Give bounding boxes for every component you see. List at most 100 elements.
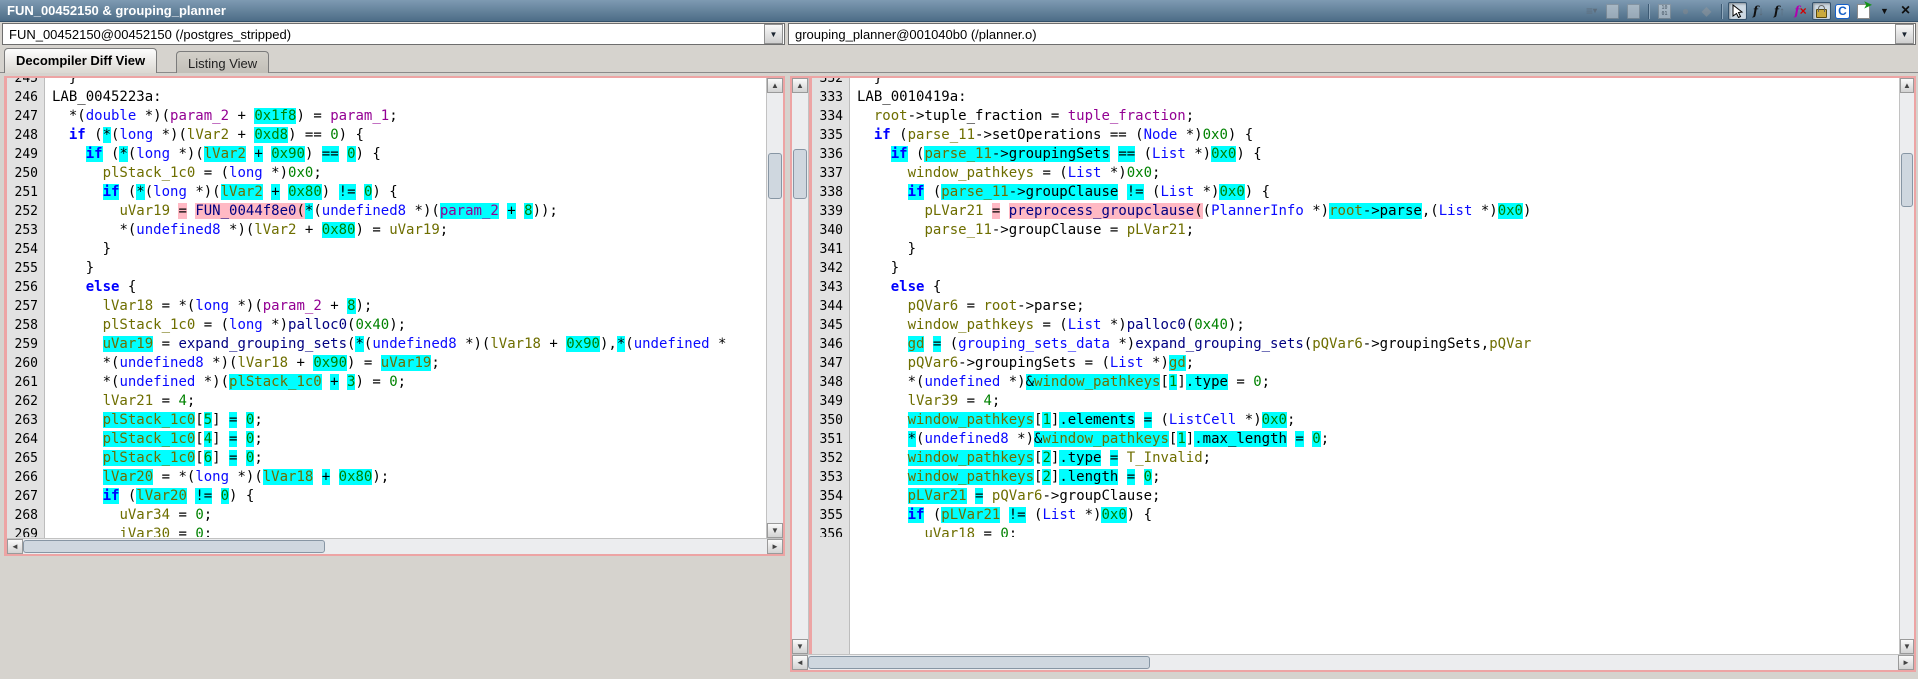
chevron-down-icon[interactable]: ▼: [764, 24, 783, 44]
code-line[interactable]: 337 window_pathkeys = (List *)0x0;: [812, 164, 1899, 183]
code-line[interactable]: 345 window_pathkeys = (List *)palloc0(0x…: [812, 316, 1899, 335]
code-line[interactable]: 353 window_pathkeys[2].length = 0;: [812, 468, 1899, 487]
cursor-tool-icon[interactable]: [1728, 2, 1747, 20]
remove-function-icon[interactable]: f×: [1791, 2, 1810, 20]
code-line[interactable]: 342 }: [812, 259, 1899, 278]
scroll-left-icon[interactable]: ◄: [7, 539, 23, 554]
code-line[interactable]: 348 *(undefined *)&window_pathkeys[1].ty…: [812, 373, 1899, 392]
code-line[interactable]: 354 pLVar21 = pQVar6->groupClause;: [812, 487, 1899, 506]
code-line[interactable]: 262 lVar21 = 4;: [7, 392, 766, 411]
code-line[interactable]: 255 }: [7, 259, 766, 278]
scroll-track[interactable]: [808, 655, 1898, 670]
code-line[interactable]: 246LAB_0045223a:: [7, 88, 766, 107]
code-line[interactable]: 251 if (*(long *)(lVar2 + 0x80) != 0) {: [7, 183, 766, 202]
scroll-track[interactable]: [792, 93, 808, 639]
code-line[interactable]: 256 else {: [7, 278, 766, 297]
scroll-track[interactable]: [23, 539, 767, 554]
code-line[interactable]: 356 uVar18 = 0;: [812, 525, 1899, 537]
code-line[interactable]: 253 *(undefined8 *)(lVar2 + 0x80) = uVar…: [7, 221, 766, 240]
scroll-right-icon[interactable]: ►: [767, 539, 783, 554]
toolbar-caret-icon[interactable]: ▼: [1875, 2, 1894, 20]
code-line[interactable]: 351 *(undefined8 *)&window_pathkeys[1].m…: [812, 430, 1899, 449]
code-line[interactable]: 340 parse_11->groupClause = pLVar21;: [812, 221, 1899, 240]
code-line[interactable]: 248 if (*(long *)(lVar2 + 0xd8) == 0) {: [7, 126, 766, 145]
code-line[interactable]: 336 if (parse_11->groupingSets == (List …: [812, 145, 1899, 164]
scroll-thumb[interactable]: [793, 149, 807, 199]
lock-icon[interactable]: [1812, 2, 1831, 20]
scroll-up-icon[interactable]: ▲: [767, 78, 783, 93]
right-function-selector[interactable]: grouping_planner@001040b0 (/planner.o) ▼: [788, 23, 1916, 45]
vertical-scrollbar-left-panel[interactable]: ▲ ▼: [766, 78, 783, 538]
code-line[interactable]: 347 pQVar6->groupingSets = (List *)gd;: [812, 354, 1899, 373]
code-line[interactable]: 265 plStack_1c0[6] = 0;: [7, 449, 766, 468]
next-function-icon[interactable]: f↓: [1749, 2, 1768, 20]
scroll-thumb[interactable]: [808, 656, 1150, 669]
code-line[interactable]: 263 plStack_1c0[5] = 0;: [7, 411, 766, 430]
code-line[interactable]: 343 else {: [812, 278, 1899, 297]
scroll-thumb[interactable]: [23, 540, 325, 553]
code-line[interactable]: 339 pLVar21 = preprocess_groupclause((Pl…: [812, 202, 1899, 221]
snapshot-icon[interactable]: ➤: [1854, 2, 1873, 20]
code-line[interactable]: 252 uVar19 = FUN_0044f8e0(*(undefined8 *…: [7, 202, 766, 221]
code-line[interactable]: 260 *(undefined8 *)(lVar18 + 0x90) = uVa…: [7, 354, 766, 373]
vertical-scrollbar-right-panel-left[interactable]: ▲ ▼: [792, 78, 809, 654]
c-source-icon[interactable]: C: [1833, 2, 1852, 20]
code-line[interactable]: 349 lVar39 = 4;: [812, 392, 1899, 411]
code-line[interactable]: 249 if (*(long *)(lVar2 + 0x90) == 0) {: [7, 145, 766, 164]
diamond-icon[interactable]: ◆: [1697, 2, 1716, 20]
prev-function-icon[interactable]: f↑: [1770, 2, 1789, 20]
code-line[interactable]: 269 iVar30 = 0;: [7, 525, 766, 537]
code-area-right[interactable]: 332 }333LAB_0010419a:334 root->tuple_fra…: [812, 78, 1899, 654]
line-number: 268: [7, 506, 45, 525]
code-line[interactable]: 266 lVar20 = *(long *)(lVar18 + 0x80);: [7, 468, 766, 487]
code-line[interactable]: 332 }: [812, 78, 1899, 88]
code-line[interactable]: 267 if (lVar20 != 0) {: [7, 487, 766, 506]
code-line[interactable]: 245 }: [7, 78, 766, 88]
chevron-down-icon[interactable]: ▼: [1895, 24, 1914, 44]
code-line[interactable]: 346 gd = (grouping_sets_data *)expand_gr…: [812, 335, 1899, 354]
code-line[interactable]: 247 *(double *)(param_2 + 0x1f8) = param…: [7, 107, 766, 126]
scroll-right-icon[interactable]: ►: [1898, 655, 1914, 670]
code-line[interactable]: 264 plStack_1c0[4] = 0;: [7, 430, 766, 449]
scroll-down-icon[interactable]: ▼: [792, 639, 808, 654]
scroll-track[interactable]: [1900, 93, 1914, 639]
code-line[interactable]: 341 }: [812, 240, 1899, 259]
code-line[interactable]: 259 uVar19 = expand_grouping_sets(*(unde…: [7, 335, 766, 354]
code-line[interactable]: 268 uVar34 = 0;: [7, 506, 766, 525]
scroll-down-icon[interactable]: ▼: [767, 523, 783, 538]
tab-decompiler-diff-view[interactable]: Decompiler Diff View: [4, 48, 157, 73]
code-line[interactable]: 344 pQVar6 = root->parse;: [812, 297, 1899, 316]
code-line[interactable]: 334 root->tuple_fraction = tuple_fractio…: [812, 107, 1899, 126]
code-line[interactable]: 258 plStack_1c0 = (long *)palloc0(0x40);: [7, 316, 766, 335]
code-line[interactable]: 350 window_pathkeys[1].elements = (ListC…: [812, 411, 1899, 430]
scroll-down-icon[interactable]: ▼: [1900, 639, 1914, 654]
code-line[interactable]: 355 if (pLVar21 != (List *)0x0) {: [812, 506, 1899, 525]
apply-right-icon[interactable]: [1624, 2, 1643, 20]
code-line[interactable]: 352 window_pathkeys[2].type = T_Invalid;: [812, 449, 1899, 468]
scroll-up-icon[interactable]: ▲: [792, 78, 808, 93]
code-line[interactable]: 257 lVar18 = *(long *)(param_2 + 8);: [7, 297, 766, 316]
code-line[interactable]: 261 *(undefined *)(plStack_1c0 + 3) = 0;: [7, 373, 766, 392]
scroll-left-icon[interactable]: ◄: [792, 655, 808, 670]
tab-listing-view[interactable]: Listing View: [176, 51, 269, 73]
code-line[interactable]: 335 if (parse_11->setOperations == (Node…: [812, 126, 1899, 145]
code-line[interactable]: 250 plStack_1c0 = (long *)0x0;: [7, 164, 766, 183]
code-area-left[interactable]: 245 }246LAB_0045223a:247 *(double *)(par…: [7, 78, 766, 538]
scroll-thumb[interactable]: [768, 153, 782, 199]
code-line[interactable]: 254 }: [7, 240, 766, 259]
vertical-scrollbar-right-panel[interactable]: ▲ ▼: [1899, 78, 1914, 654]
scroll-thumb[interactable]: [1901, 153, 1913, 207]
close-icon[interactable]: ×: [1896, 2, 1915, 20]
bullet-icon[interactable]: ●: [1676, 2, 1695, 20]
binary-compare-icon[interactable]: 10 01: [1655, 2, 1674, 20]
view-options-menu-icon[interactable]: ≡▾: [1582, 2, 1601, 20]
code-line[interactable]: 338 if (parse_11->groupClause != (List *…: [812, 183, 1899, 202]
horizontal-scrollbar-right-panel[interactable]: ◄ ►: [792, 654, 1914, 670]
code-line[interactable]: 333LAB_0010419a:: [812, 88, 1899, 107]
scroll-track[interactable]: [767, 93, 783, 523]
left-function-selector[interactable]: FUN_00452150@00452150 (/postgres_strippe…: [2, 23, 785, 45]
apply-left-icon[interactable]: [1603, 2, 1622, 20]
scroll-up-icon[interactable]: ▲: [1900, 78, 1914, 93]
line-number: 261: [7, 373, 45, 392]
horizontal-scrollbar-left-panel[interactable]: ◄ ►: [7, 538, 783, 554]
